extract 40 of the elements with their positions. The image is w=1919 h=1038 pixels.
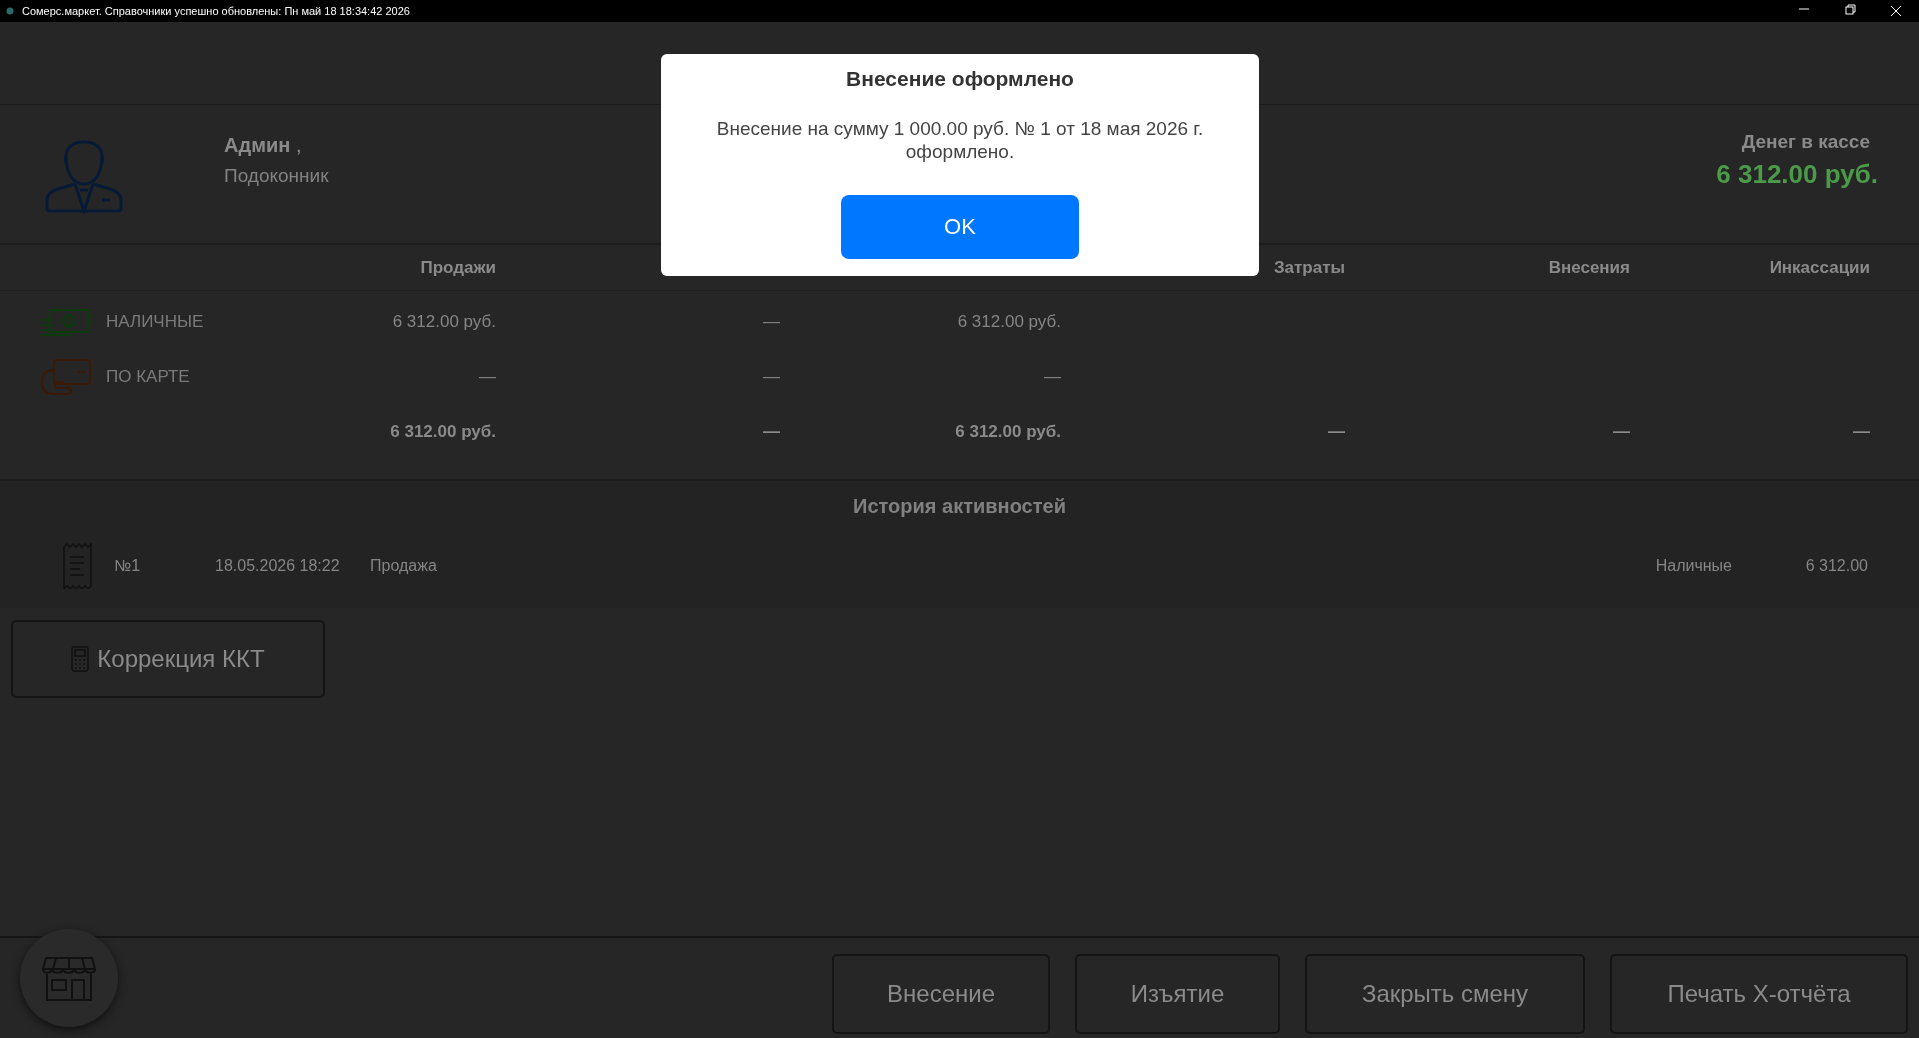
table-cell-text: 6 312.00 руб. bbox=[956, 311, 1061, 332]
correction-button[interactable]: Коррекция ККТ bbox=[11, 620, 325, 698]
history-amount: 6 312.00 bbox=[1805, 557, 1868, 575]
column-header: Внесения bbox=[1547, 257, 1630, 278]
history-payment: Наличные bbox=[1655, 557, 1733, 575]
user-name: Админ , bbox=[224, 133, 302, 157]
table-cell-text: — bbox=[478, 366, 496, 387]
column-header: Затраты bbox=[1272, 257, 1345, 278]
table-cell-text: 6 312.00 руб. bbox=[391, 311, 496, 332]
card-in-hand-icon bbox=[40, 356, 92, 397]
history-datetime: 18.05.2026 18:22 bbox=[215, 557, 341, 575]
payment-type-label: ПО КАРТЕ bbox=[106, 366, 190, 387]
total-cell-text: 6 312.00 руб. bbox=[389, 421, 496, 442]
ok-button[interactable]: OK bbox=[841, 195, 1079, 259]
cash-amount: 6 312.00 руб. bbox=[1716, 158, 1878, 190]
payment-type-label: НАЛИЧНЫЕ bbox=[106, 311, 204, 332]
action-button[interactable]: Внесение bbox=[832, 954, 1050, 1034]
dialog-message: Внесение на сумму 1 000.00 руб. № 1 от 18 мая 2026 г. оформлено. bbox=[715, 117, 1205, 163]
storefront-icon bbox=[42, 954, 96, 1002]
column-header: Продажи bbox=[419, 257, 496, 278]
action-button[interactable]: Печать X-отчёта bbox=[1610, 954, 1908, 1034]
total-cell-text: — bbox=[1612, 421, 1630, 442]
column-header: Инкассации bbox=[1768, 257, 1870, 278]
table-cell-text: — bbox=[762, 366, 780, 387]
table-cell-text: — bbox=[1043, 366, 1061, 387]
cash-label: Денег в кассе bbox=[1741, 130, 1870, 153]
action-button[interactable]: Закрыть смену bbox=[1305, 954, 1585, 1034]
dialog-title: Внесение оформлено bbox=[846, 67, 1074, 91]
table-cell-text: — bbox=[762, 311, 780, 332]
window-title: Сомерс.маркет. Справочники успешно обновлены: Пн май 18 18:34:42 2026 bbox=[22, 5, 411, 17]
history-title: История активностей bbox=[852, 494, 1067, 519]
action-button[interactable]: Изъятие bbox=[1075, 954, 1280, 1034]
total-cell-text: — bbox=[762, 421, 780, 442]
total-cell-text: 6 312.00 руб. bbox=[954, 421, 1061, 442]
history-type: Продажа bbox=[370, 557, 438, 575]
store-location: Подоконник bbox=[224, 164, 329, 187]
history-number: №1 bbox=[114, 557, 142, 575]
total-cell-text: — bbox=[1852, 421, 1870, 442]
app-icon bbox=[6, 7, 14, 15]
total-cell-text: — bbox=[1327, 421, 1345, 442]
